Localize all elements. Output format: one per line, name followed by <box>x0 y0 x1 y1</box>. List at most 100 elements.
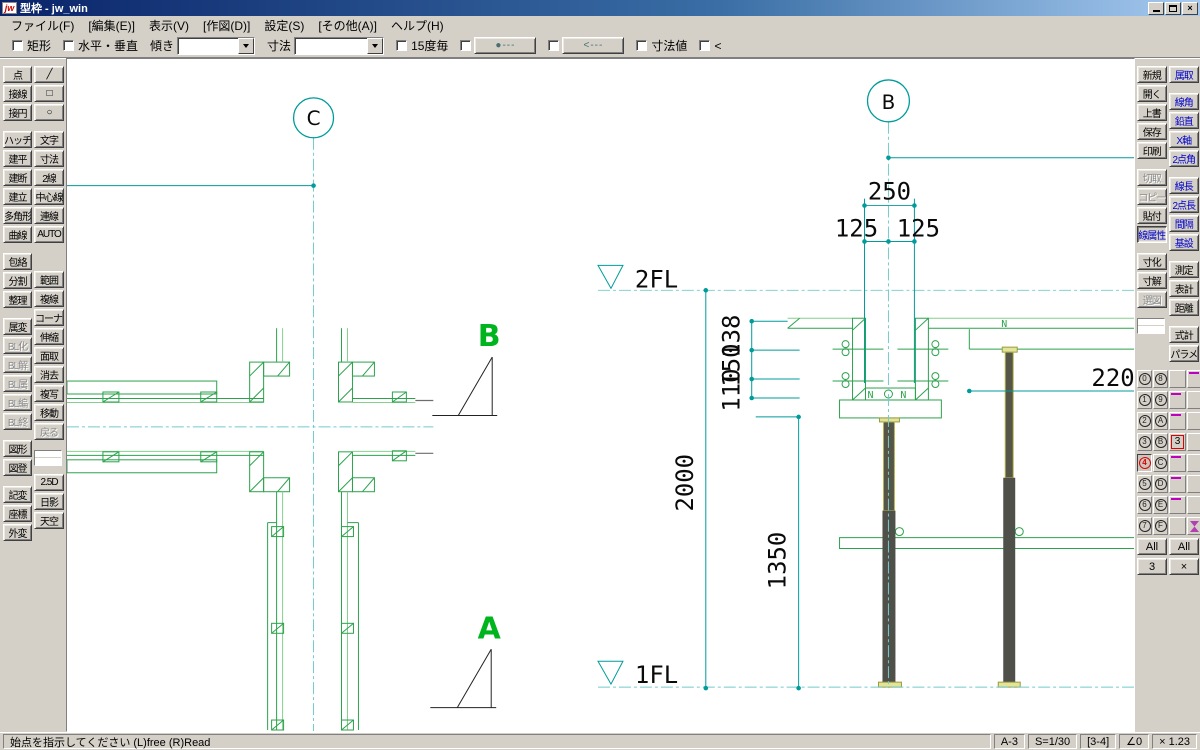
layer-group-cell-f-hourglass[interactable] <box>1187 517 1200 535</box>
tool-button[interactable]: ハッチ <box>3 131 32 148</box>
layer-group-cell-4[interactable] <box>1169 454 1186 472</box>
tool-button[interactable]: BL編 <box>3 394 32 411</box>
tool-button[interactable]: 範囲 <box>34 271 64 288</box>
tool-button[interactable]: 属取 <box>1169 66 1199 83</box>
tool-button[interactable]: 寸法 <box>34 150 64 167</box>
tool-button[interactable]: 式計 <box>1169 326 1199 343</box>
combo-dropdown-button[interactable] <box>238 38 254 54</box>
slope-combo[interactable] <box>177 37 255 55</box>
layer-group-cell-d[interactable] <box>1187 475 1200 493</box>
layer-cell-6[interactable]: 6 <box>1137 496 1152 514</box>
checkbox-arrow-line[interactable] <box>548 40 559 51</box>
tool-button[interactable]: 保存 <box>1137 123 1167 140</box>
drawing-canvas[interactable]: C B 2FL 1FL 250 125 125 138 150 110 2000… <box>66 58 1135 732</box>
tool-button[interactable]: 図登 <box>3 459 32 476</box>
layer-cell-d[interactable]: D <box>1153 475 1168 493</box>
checkbox-lt[interactable]: < <box>699 39 721 53</box>
layer-cell-4-active[interactable]: 4 <box>1137 454 1152 472</box>
layer-group-cell-b[interactable] <box>1187 433 1200 451</box>
menu-item[interactable]: [その他(A)] <box>311 15 384 36</box>
menu-item[interactable]: 表示(V) <box>142 15 196 36</box>
tool-button[interactable]: コーナー <box>34 309 64 326</box>
angle-indicator[interactable]: ∠0 <box>1119 734 1149 749</box>
layer-cell-2[interactable]: 2 <box>1137 412 1152 430</box>
close-button[interactable]: × <box>1182 2 1198 15</box>
tool-button[interactable]: 2点角 <box>1169 150 1199 167</box>
tool-button[interactable]: 複線 <box>34 290 64 307</box>
scale-indicator[interactable]: S=1/30 <box>1028 734 1077 749</box>
tool-button[interactable]: 連線 <box>34 207 64 224</box>
tool-button[interactable]: 建平 <box>3 150 32 167</box>
line-attribute-preview[interactable] <box>1137 318 1165 334</box>
arrow-line-style-button[interactable]: <--- <box>562 37 624 54</box>
tool-button[interactable]: 記変 <box>3 486 32 503</box>
layer-cell-e[interactable]: E <box>1153 496 1168 514</box>
tool-button[interactable]: 基設 <box>1169 234 1199 251</box>
layer-cell-c[interactable]: C <box>1153 454 1168 472</box>
dot-line-style-button[interactable]: ●--- <box>474 37 536 54</box>
layer-all-button[interactable]: All <box>1137 538 1167 555</box>
tool-button[interactable]: 包絡 <box>3 253 32 270</box>
tool-button[interactable]: 選図 <box>1137 291 1167 308</box>
tool-button[interactable]: 消去 <box>34 366 64 383</box>
tool-button[interactable]: 伸縮 <box>34 328 64 345</box>
tool-button[interactable]: 建立 <box>3 188 32 205</box>
tool-button[interactable]: 属変 <box>3 318 32 335</box>
tool-button[interactable]: 複写 <box>34 385 64 402</box>
tool-button[interactable]: BL属 <box>3 375 32 392</box>
paper-size-indicator[interactable]: A-3 <box>994 734 1025 749</box>
tool-button[interactable]: 切取 <box>1137 169 1167 186</box>
minimize-button[interactable] <box>1148 2 1164 15</box>
tool-button[interactable]: 天空 <box>34 512 64 529</box>
layer-group-cell-0[interactable] <box>1169 370 1186 388</box>
tool-button[interactable]: 点 <box>3 66 32 83</box>
layer-cell-9[interactable]: 9 <box>1153 391 1168 409</box>
tool-button[interactable]: 文字 <box>34 131 64 148</box>
tool-button[interactable]: 整理 <box>3 291 32 308</box>
menu-item[interactable]: [編集(E)] <box>81 15 142 36</box>
tool-button[interactable]: 2.5D <box>34 474 64 491</box>
layer-group-cell-9[interactable] <box>1187 391 1200 409</box>
tool-button[interactable]: 表計 <box>1169 280 1199 297</box>
tool-button[interactable]: 日影 <box>34 493 64 510</box>
tool-button[interactable]: 面取 <box>34 347 64 364</box>
checkbox-rectangle[interactable]: 矩形 <box>12 37 51 54</box>
tool-button[interactable]: 貼付 <box>1137 207 1167 224</box>
tool-button[interactable]: 接線 <box>3 85 32 102</box>
tool-button[interactable]: BL終 <box>3 413 32 430</box>
checkbox-dot-line[interactable] <box>460 40 471 51</box>
tool-button[interactable]: BL解 <box>3 356 32 373</box>
layer-group-cell-1[interactable] <box>1169 391 1186 409</box>
tool-button[interactable]: 建断 <box>3 169 32 186</box>
layer-cell-5[interactable]: 5 <box>1137 475 1152 493</box>
tool-button[interactable]: 上書 <box>1137 104 1167 121</box>
tool-button[interactable]: 寸化 <box>1137 253 1167 270</box>
tool-button[interactable]: 座標 <box>3 505 32 522</box>
tool-button[interactable]: 中心線 <box>34 188 64 205</box>
tool-button[interactable]: 分割 <box>3 272 32 289</box>
layer-group-cell-6[interactable] <box>1169 496 1186 514</box>
menu-item[interactable]: ヘルプ(H) <box>384 15 451 36</box>
tool-button[interactable]: 外変 <box>3 524 32 541</box>
layer-group-cell-7[interactable] <box>1169 517 1186 535</box>
tool-button[interactable]: □ <box>34 85 64 102</box>
tool-button[interactable]: 線属性 <box>1137 226 1167 243</box>
group-clear-button[interactable]: × <box>1169 558 1199 575</box>
tool-button[interactable]: 図形 <box>3 440 32 457</box>
tool-button[interactable]: 線角 <box>1169 93 1199 110</box>
layer-cell-7[interactable]: 7 <box>1137 517 1152 535</box>
tool-button[interactable]: 鉛直 <box>1169 112 1199 129</box>
combo-dropdown-button[interactable] <box>367 38 383 54</box>
checkbox-dim-value[interactable]: 寸法値 <box>636 37 687 54</box>
tool-button[interactable]: パラメ <box>1169 345 1199 362</box>
tool-button[interactable]: 戻る <box>34 423 64 440</box>
tool-button[interactable]: 寸解 <box>1137 272 1167 289</box>
tool-button[interactable]: X軸 <box>1169 131 1199 148</box>
layer-cell-f[interactable]: F <box>1153 517 1168 535</box>
layer-group-cell-5[interactable] <box>1169 475 1186 493</box>
tool-button[interactable]: 多角形 <box>3 207 32 224</box>
layer-cell-b[interactable]: B <box>1153 433 1168 451</box>
line-style-preview[interactable] <box>34 450 62 466</box>
tool-button[interactable]: 測定 <box>1169 261 1199 278</box>
tool-button[interactable]: 線長 <box>1169 177 1199 194</box>
